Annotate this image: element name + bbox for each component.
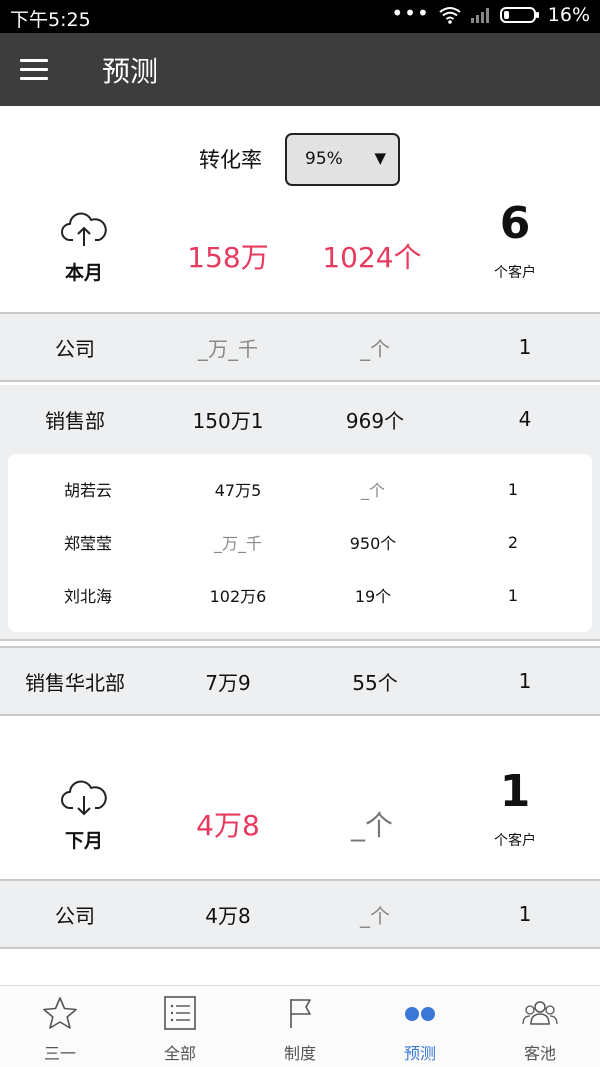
next-month-customers: 1 [499, 766, 531, 817]
next-month-count: _个 [350, 809, 393, 842]
tab-sanyi[interactable]: 三一 [0, 986, 120, 1067]
list-icon [164, 996, 196, 1030]
member-row[interactable]: 刘北海 102万6 19个 1 [8, 569, 592, 621]
company-row[interactable]: 公司 _万_千 _个 1 [0, 312, 600, 382]
battery-icon [499, 7, 539, 23]
tab-customer-pool[interactable]: 客池 [480, 986, 600, 1067]
row-count: _个 [360, 903, 390, 928]
flag-icon [290, 999, 311, 1028]
this-month-customers: 6 [499, 198, 531, 249]
row-customers: 1 [518, 669, 532, 693]
next-month-customers-unit: 个客户 [494, 833, 536, 849]
member-amount: 47万5 [214, 481, 262, 500]
row-count: _个 [360, 336, 390, 361]
this-month-amount: 158万 [187, 241, 269, 274]
status-indicators: ••• 16% [391, 1, 590, 26]
star-icon [43, 997, 77, 1029]
member-customers: 2 [507, 532, 519, 552]
member-customers: 1 [507, 585, 519, 605]
row-count: 969个 [345, 408, 405, 433]
conversion-rate-value: 95% [305, 149, 343, 169]
member-count: 950个 [349, 534, 397, 553]
member-row[interactable]: 胡若云 47万5 _个 1 [8, 463, 592, 515]
page-title: 预测 [102, 55, 159, 88]
north-dept-row[interactable]: 销售华北部 7万9 55个 1 [0, 646, 600, 716]
dropdown-arrow-icon: ▼ [374, 149, 386, 167]
next-month-label: 下月 [64, 830, 103, 852]
row-amount: 4万8 [205, 903, 251, 928]
row-amount: _万_千 [198, 336, 258, 361]
row-count: 55个 [352, 670, 398, 695]
member-list: 胡若云 47万5 _个 1 郑莹莹 _万_千 950个 2 刘北海 102万6 … [8, 454, 592, 632]
member-count: 19个 [354, 587, 392, 606]
tab-label: 客池 [523, 1044, 556, 1063]
row-amount: 150万1 [192, 408, 264, 433]
this-month-label: 本月 [64, 262, 103, 284]
row-name: 销售华北部 [25, 670, 125, 695]
member-customers: 1 [507, 479, 519, 499]
this-month-customers-unit: 个客户 [494, 265, 536, 281]
conversion-rate-row: 转化率 95% ▼ [0, 132, 600, 188]
app-bar: 预测 [0, 33, 600, 106]
tab-forecast[interactable]: 预测 [360, 986, 480, 1067]
row-name: 销售部 [45, 408, 105, 433]
this-month-summary: 本月 158万 1024个 6 个客户 [0, 198, 600, 316]
customers-icon [522, 1001, 558, 1025]
conversion-rate-select[interactable]: 95% ▼ [285, 133, 400, 186]
member-name: 胡若云 [63, 481, 112, 500]
row-customers: 1 [518, 335, 532, 359]
tab-label: 预测 [403, 1044, 436, 1063]
hamburger-menu-icon[interactable] [20, 59, 48, 81]
status-time: 下午5:25 [10, 9, 91, 31]
sales-dept-row[interactable]: 销售部 150万1 969个 4 [0, 385, 600, 453]
bottom-tab-bar: 三一 全部 制度 预测 客池 [0, 985, 600, 1067]
signal-icon [470, 8, 489, 23]
cloud-download-icon [61, 780, 107, 816]
this-month-count: 1024个 [322, 241, 422, 274]
more-dots-icon: ••• [391, 1, 430, 25]
sales-dept-block: 销售部 150万1 969个 4 胡若云 47万5 _个 1 郑莹莹 _万_千 … [0, 385, 600, 641]
forecast-icon [405, 1007, 435, 1021]
next-company-row[interactable]: 公司 4万8 _个 1 [0, 879, 600, 949]
tab-label: 全部 [163, 1044, 196, 1063]
wifi-icon [439, 7, 461, 24]
member-count: _个 [360, 481, 385, 500]
next-month-amount: 4万8 [196, 809, 260, 842]
member-name: 郑莹莹 [63, 534, 112, 553]
tab-policy[interactable]: 制度 [240, 986, 360, 1067]
row-name: 公司 [55, 336, 95, 361]
tab-label: 三一 [43, 1044, 76, 1063]
battery-percent: 16% [547, 4, 590, 26]
cloud-upload-icon [61, 212, 107, 246]
row-customers: 1 [518, 902, 532, 926]
next-month-summary: 下月 4万8 _个 1 个客户 [0, 766, 600, 884]
row-name: 公司 [55, 903, 95, 928]
member-amount: _万_千 [213, 534, 262, 553]
tab-all[interactable]: 全部 [120, 986, 240, 1067]
row-amount: 7万9 [205, 670, 251, 695]
member-name: 刘北海 [63, 587, 112, 606]
tab-label: 制度 [283, 1044, 316, 1063]
status-bar: 下午5:25 ••• 16% [0, 0, 600, 33]
row-customers: 4 [518, 407, 532, 431]
member-amount: 102万6 [209, 587, 267, 606]
member-row[interactable]: 郑莹莹 _万_千 950个 2 [8, 516, 592, 568]
conversion-rate-label: 转化率 [199, 148, 262, 172]
